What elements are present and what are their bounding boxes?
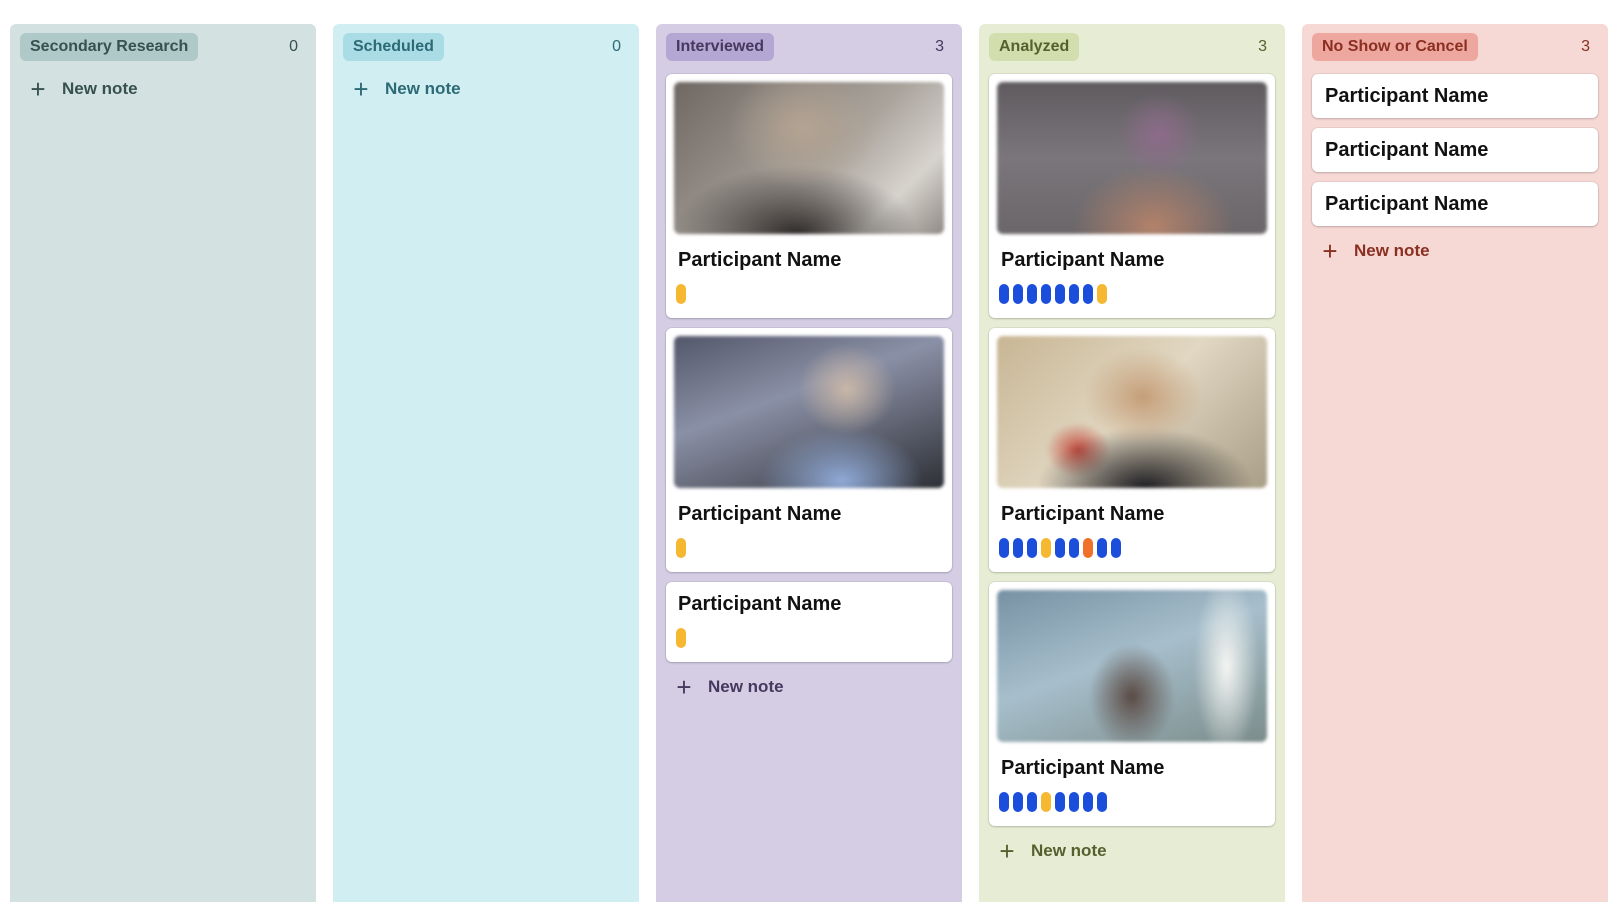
tag-blue bbox=[1013, 538, 1023, 558]
highlight-tags bbox=[997, 538, 1267, 558]
column-header: Interviewed 3 bbox=[666, 32, 952, 62]
column-count: 3 bbox=[1581, 38, 1590, 55]
column-interviewed: Interviewed 3 Participant Name Participan… bbox=[656, 24, 962, 902]
participant-name: Participant Name bbox=[1001, 249, 1165, 271]
highlight-tags bbox=[674, 538, 944, 558]
tag-blue bbox=[1027, 284, 1037, 304]
new-note-button[interactable]: + New note bbox=[343, 74, 629, 104]
tag-blue bbox=[999, 792, 1009, 812]
column-secondary-research: Secondary Research 0 + New note bbox=[10, 24, 316, 902]
new-note-label: New note bbox=[385, 79, 461, 98]
participant-name: Participant Name bbox=[678, 593, 842, 615]
participant-card[interactable]: Participant Name bbox=[666, 74, 952, 318]
new-note-label: New note bbox=[1031, 841, 1107, 860]
tag-blue bbox=[1097, 538, 1107, 558]
tag-blue bbox=[1097, 792, 1107, 812]
card-list: Participant Name Participant Name Particip… bbox=[989, 74, 1275, 826]
tag-blue bbox=[1027, 792, 1037, 812]
participant-name: Participant Name bbox=[1001, 757, 1165, 779]
column-title[interactable]: No Show or Cancel bbox=[1312, 33, 1478, 61]
card-list: Participant Name Participant Name Particip… bbox=[1312, 74, 1598, 226]
column-analyzed: Analyzed 3 Participant Name Participant N… bbox=[979, 24, 1285, 902]
column-scheduled: Scheduled 0 + New note bbox=[333, 24, 639, 902]
participant-card[interactable]: Participant Name bbox=[1312, 128, 1598, 172]
participant-card[interactable]: Participant Name bbox=[989, 582, 1275, 826]
column-title[interactable]: Interviewed bbox=[666, 33, 775, 61]
tag-blue bbox=[1069, 284, 1079, 304]
video-thumbnail bbox=[997, 336, 1267, 488]
plus-icon: + bbox=[1322, 236, 1338, 266]
participant-name: Participant Name bbox=[1325, 139, 1489, 161]
tag-yellow bbox=[1097, 284, 1107, 304]
kanban-board: Secondary Research 0 + New note Schedule… bbox=[0, 0, 1616, 902]
new-note-label: New note bbox=[1354, 241, 1430, 260]
participant-name: Participant Name bbox=[1325, 193, 1489, 215]
tag-yellow bbox=[1041, 538, 1051, 558]
highlight-tags bbox=[997, 284, 1267, 304]
plus-icon: + bbox=[676, 672, 692, 702]
column-header: Secondary Research 0 bbox=[20, 32, 306, 62]
tag-blue bbox=[1083, 792, 1093, 812]
highlight-tags bbox=[674, 628, 944, 648]
tag-blue bbox=[1013, 792, 1023, 812]
new-note-label: New note bbox=[708, 677, 784, 696]
participant-name: Participant Name bbox=[1325, 85, 1489, 107]
column-title[interactable]: Analyzed bbox=[989, 33, 1080, 61]
participant-name: Participant Name bbox=[678, 503, 842, 525]
column-count: 0 bbox=[289, 38, 298, 55]
tag-yellow bbox=[676, 628, 686, 648]
tag-blue bbox=[1111, 538, 1121, 558]
column-title[interactable]: Secondary Research bbox=[20, 33, 199, 61]
tag-yellow bbox=[676, 284, 686, 304]
video-thumbnail bbox=[674, 82, 944, 234]
column-header: No Show or Cancel 3 bbox=[1312, 32, 1598, 62]
plus-icon: + bbox=[30, 74, 46, 104]
video-thumbnail bbox=[997, 82, 1267, 234]
tag-blue bbox=[999, 538, 1009, 558]
participant-card[interactable]: Participant Name bbox=[666, 328, 952, 572]
plus-icon: + bbox=[999, 836, 1015, 866]
participant-card[interactable]: Participant Name bbox=[989, 328, 1275, 572]
tag-blue bbox=[1013, 284, 1023, 304]
participant-card[interactable]: Participant Name bbox=[1312, 74, 1598, 118]
column-title[interactable]: Scheduled bbox=[343, 33, 444, 61]
column-count: 3 bbox=[1258, 38, 1267, 55]
video-thumbnail bbox=[997, 590, 1267, 742]
participant-card[interactable]: Participant Name bbox=[989, 74, 1275, 318]
tag-blue bbox=[1055, 538, 1065, 558]
new-note-label: New note bbox=[62, 79, 138, 98]
participant-name: Participant Name bbox=[1001, 503, 1165, 525]
column-header: Analyzed 3 bbox=[989, 32, 1275, 62]
tag-blue bbox=[1069, 792, 1079, 812]
new-note-button[interactable]: + New note bbox=[989, 836, 1275, 866]
column-count: 3 bbox=[935, 38, 944, 55]
new-note-button[interactable]: + New note bbox=[1312, 236, 1598, 266]
participant-name: Participant Name bbox=[678, 249, 842, 271]
highlight-tags bbox=[997, 792, 1267, 812]
tag-blue bbox=[1027, 538, 1037, 558]
participant-card[interactable]: Participant Name bbox=[666, 582, 952, 662]
tag-blue bbox=[1055, 284, 1065, 304]
highlight-tags bbox=[674, 284, 944, 304]
plus-icon: + bbox=[353, 74, 369, 104]
tag-blue bbox=[1069, 538, 1079, 558]
tag-blue bbox=[1041, 284, 1051, 304]
card-list: Participant Name Participant Name Particip… bbox=[666, 74, 952, 662]
column-header: Scheduled 0 bbox=[343, 32, 629, 62]
column-count: 0 bbox=[612, 38, 621, 55]
tag-blue bbox=[1083, 284, 1093, 304]
new-note-button[interactable]: + New note bbox=[20, 74, 306, 104]
participant-card[interactable]: Participant Name bbox=[1312, 182, 1598, 226]
column-no-show-or-cancel: No Show or Cancel 3 Participant Name Part… bbox=[1302, 24, 1608, 902]
tag-blue bbox=[999, 284, 1009, 304]
tag-blue bbox=[1055, 792, 1065, 812]
tag-orange bbox=[1083, 538, 1093, 558]
tag-yellow bbox=[676, 538, 686, 558]
tag-yellow bbox=[1041, 792, 1051, 812]
new-note-button[interactable]: + New note bbox=[666, 672, 952, 702]
video-thumbnail bbox=[674, 336, 944, 488]
